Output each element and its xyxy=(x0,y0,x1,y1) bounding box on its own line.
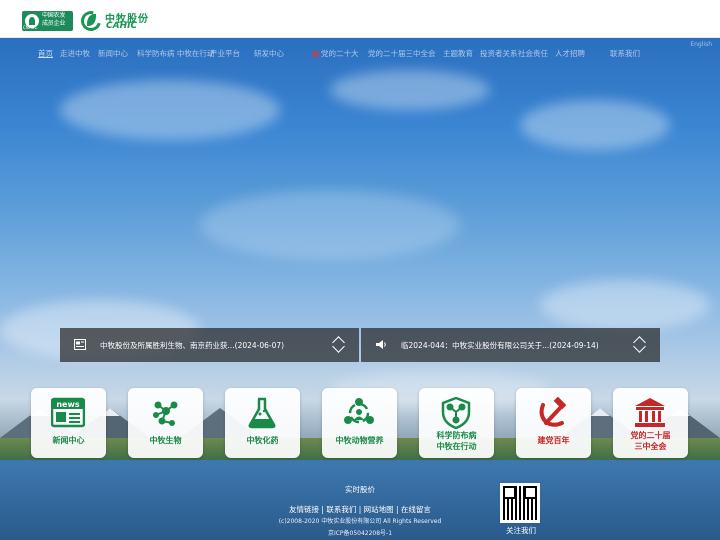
copyright-text: (c)2008-2020 中牧实业股份有限公司 All Rights Reser… xyxy=(278,518,442,525)
tile-news-center[interactable]: news 新闻中心 xyxy=(31,388,106,458)
newspaper-icon xyxy=(74,339,86,350)
flask-icon xyxy=(248,397,276,429)
tile-party-centennial[interactable]: 建党百年 xyxy=(516,388,591,458)
tile-brucellosis-label: 科学防布病 中牧在行动 xyxy=(419,430,494,452)
site-footer: 实时股价 友情链接 | 联系我们 | 网站地图 | 在线留言 (c)2008-2… xyxy=(0,480,720,540)
tile-brucellosis-line1: 科学防布病 xyxy=(436,431,477,440)
language-switch[interactable]: English xyxy=(690,41,712,48)
footer-links[interactable]: 友情链接 | 联系我们 | 网站地图 | 在线留言 xyxy=(250,504,470,515)
cahic-logo[interactable]: 中牧股份 CAHIC xyxy=(77,7,151,35)
party-flag-icon xyxy=(312,51,319,57)
nav-item-third-plenum[interactable]: 党的二十届三中全会 xyxy=(368,48,436,59)
nav-item-brucellosis[interactable]: 科学防布病 中牧在行动 xyxy=(137,48,214,59)
wechat-qr-code xyxy=(500,483,540,523)
cnadc-logo-sub: CNADC xyxy=(23,25,38,30)
qr-label: 关注我们 xyxy=(506,526,536,535)
announcement-ticker: 临2024-044：中牧实业股份有限公司关于...(2024-09-14) xyxy=(361,328,660,362)
nav-item-news[interactable]: 新闻中心 xyxy=(98,48,128,59)
molecule-icon xyxy=(153,401,178,426)
qr-code-icon xyxy=(503,486,537,520)
announcement-ticker-text[interactable]: 临2024-044：中牧实业股份有限公司关于...(2024-09-14) xyxy=(401,340,599,351)
tile-cahic-pharma[interactable]: 中牧化药 xyxy=(225,388,300,458)
nav-item-rnd[interactable]: 研发中心 xyxy=(254,48,284,59)
cnadc-logo-line1: 中国农发 xyxy=(42,12,66,19)
icp-license[interactable]: 京ICP备05042208号-1 xyxy=(250,528,470,537)
team-icon xyxy=(344,398,374,424)
tile-third-plenum[interactable]: 党的二十届 三中全会 xyxy=(613,388,688,458)
cloud xyxy=(540,280,710,330)
nav-item-home[interactable]: 首页 xyxy=(38,48,53,59)
announcement-ticker-arrows xyxy=(632,335,648,355)
hall-icon xyxy=(635,398,665,427)
news-ticker-arrows xyxy=(331,335,347,355)
nav-item-theme-education[interactable]: 主题教育 xyxy=(443,48,473,59)
cnadc-logo-text: 中国农发 成员企业 xyxy=(42,12,65,28)
nav-item-about[interactable]: 走进中牧 xyxy=(60,48,90,59)
nav-item-social-responsibility[interactable]: 社会责任 xyxy=(518,48,548,59)
nav-item-contact[interactable]: 联系我们 xyxy=(610,48,640,59)
shield-icon xyxy=(441,397,471,429)
tile-cahic-pharma-label: 中牧化药 xyxy=(246,436,279,445)
tile-animal-nutrition-label: 中牧动物营养 xyxy=(335,436,384,445)
cloud xyxy=(520,100,670,150)
news-ticker-text[interactable]: 中牧股份及所属胜利生物、南京药业获...(2024-06-07) xyxy=(100,340,284,351)
nav-item-industry[interactable]: 产业平台 xyxy=(210,48,240,59)
nav-item-20th-congress[interactable]: 党的二十大 xyxy=(312,48,359,59)
site-header: 中国农发 成员企业 CNADC 中牧股份 CAHIC xyxy=(0,0,720,38)
nav-item-20th-congress-label: 党的二十大 xyxy=(321,49,359,58)
stock-price-link[interactable]: 实时股价 xyxy=(0,484,720,495)
speaker-icon xyxy=(376,340,386,349)
hammer-sickle-icon xyxy=(539,397,567,427)
tile-brucellosis[interactable]: 科学防布病 中牧在行动 xyxy=(419,388,494,458)
cahic-logo-en: CAHIC xyxy=(106,21,138,31)
cloud xyxy=(200,190,460,260)
cloud xyxy=(60,80,280,140)
nav-item-investors[interactable]: 投资者关系 xyxy=(480,48,518,59)
tile-news-center-label: 新闻中心 xyxy=(52,436,85,445)
tile-third-plenum-label: 党的二十届 三中全会 xyxy=(613,430,688,452)
tile-party-centennial-label: 建党百年 xyxy=(537,436,570,445)
nav-item-careers[interactable]: 人才招聘 xyxy=(555,48,585,59)
tile-brucellosis-line2: 中牧在行动 xyxy=(436,442,477,451)
tile-third-plenum-line1: 党的二十届 xyxy=(630,431,671,440)
cloud xyxy=(330,70,490,110)
news-ticker: 中牧股份及所属胜利生物、南京药业获...(2024-06-07) xyxy=(60,328,359,362)
cnadc-logo-line2: 成员企业 xyxy=(42,20,66,27)
news-icon: news xyxy=(51,397,85,428)
tile-cahic-bio-label: 中牧生物 xyxy=(149,436,182,445)
tile-animal-nutrition[interactable]: 中牧动物营养 xyxy=(322,388,397,458)
tile-third-plenum-line2: 三中全会 xyxy=(634,442,667,451)
main-nav: 首页 走进中牧 新闻中心 科学防布病 中牧在行动 产业平台 研发中心 党的二十大… xyxy=(30,46,710,62)
svg-text:news: news xyxy=(56,400,80,409)
tile-cahic-bio[interactable]: 中牧生物 xyxy=(128,388,203,458)
cnadc-logo[interactable]: 中国农发 成员企业 CNADC xyxy=(22,11,73,31)
